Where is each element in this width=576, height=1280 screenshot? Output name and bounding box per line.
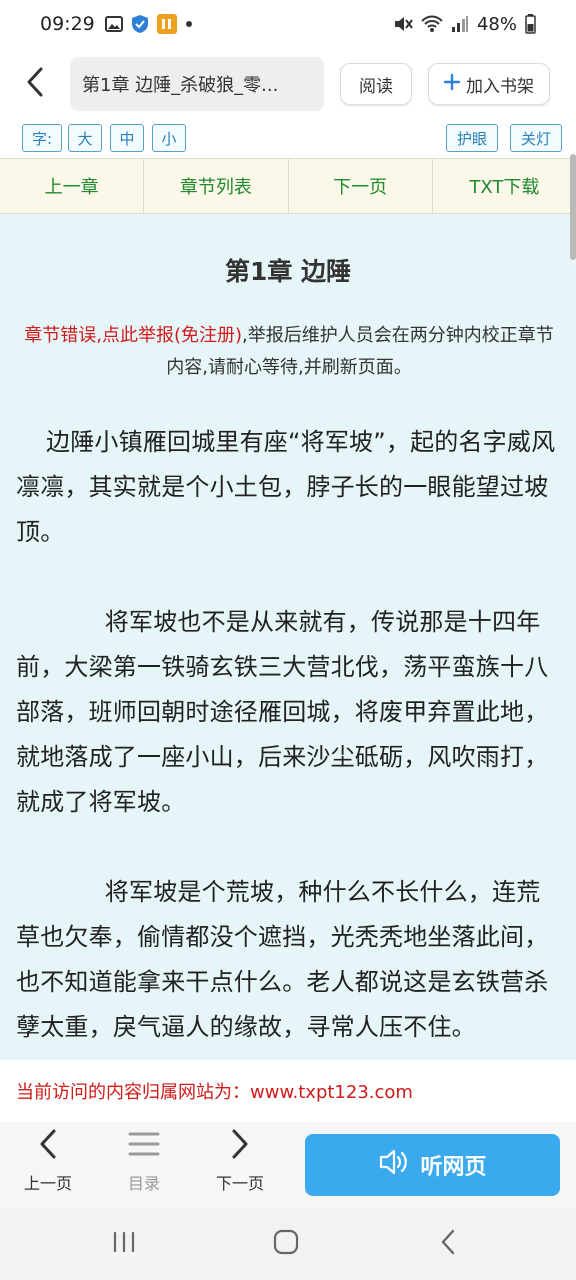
notification-dot-icon <box>185 20 193 28</box>
chevron-left-icon <box>440 1229 456 1259</box>
wifi-icon <box>421 15 443 33</box>
app-notification-icon <box>156 14 177 34</box>
font-small-button[interactable]: 小 <box>152 124 186 152</box>
recent-apps-icon <box>112 1231 136 1257</box>
chevron-left-icon <box>26 67 44 101</box>
chapter-content: 边陲小镇雁回城里有座“将军坡”，起的名字威风凛凛，其实就是个小土包，脖子长的一眼… <box>16 420 564 1060</box>
home-icon <box>273 1229 299 1259</box>
font-medium-button[interactable]: 中 <box>110 124 144 152</box>
bottom-toolbar: 上一页 目录 下一页 听网页 <box>0 1122 576 1208</box>
catalog-label: 目录 <box>127 1174 160 1193</box>
paragraph: 将军坡是个荒坡，种什么不长什么，连荒草也欠奉，偷情都没个遮挡，光秃秃地坐落此间，… <box>16 878 549 1041</box>
eye-care-button[interactable]: 护眼 <box>446 124 498 152</box>
status-bar: 09:29 48% <box>0 0 576 48</box>
speaker-icon <box>378 1148 410 1182</box>
catalog-button[interactable]: 目录 <box>104 1128 184 1200</box>
back-button[interactable] <box>0 48 70 120</box>
mute-icon <box>393 15 413 33</box>
scrollbar[interactable] <box>570 154 576 260</box>
chapter-list-link[interactable]: 章节列表 <box>144 159 289 213</box>
next-page-label: 下一页 <box>215 1174 264 1193</box>
browser-toolbar: 第1章 边陲_杀破狼_零... 阅读 加入书架 <box>0 48 576 120</box>
source-notice: 当前访问的内容归属网站为：www.txpt123.com <box>0 1060 576 1122</box>
gallery-icon <box>104 16 123 32</box>
signal-icon <box>451 15 469 33</box>
font-toolbar: 字: 大 中 小 护眼 关灯 <box>0 124 576 158</box>
status-time: 09:29 <box>40 13 95 35</box>
plus-icon <box>443 73 461 95</box>
chapter-title: 第1章 边陲 <box>224 257 352 286</box>
prev-page-label: 上一页 <box>23 1174 72 1193</box>
font-size-label: 字: <box>22 124 62 152</box>
txt-download-link[interactable]: TXT下载 <box>433 159 576 213</box>
report-notice: 章节错误,点此举报(免注册),举报后维护人员会在两分钟内校正章节内容,请耐心等待… <box>24 320 554 384</box>
battery-icon <box>525 14 536 34</box>
next-page-button[interactable]: 下一页 <box>200 1128 280 1200</box>
read-mode-button[interactable]: 阅读 <box>340 63 412 105</box>
chapter-nav: 上一章 章节列表 下一页 TXT下载 <box>0 158 576 214</box>
next-page-link[interactable]: 下一页 <box>289 159 433 213</box>
shield-check-icon <box>131 14 149 34</box>
reader-area: 字: 大 中 小 护眼 关灯 上一章 章节列表 下一页 TXT下载 第1章 边陲… <box>0 124 576 1060</box>
battery-percent: 48% <box>476 13 517 35</box>
system-nav-bar <box>0 1208 576 1280</box>
add-bookshelf-button[interactable]: 加入书架 <box>428 63 550 105</box>
url-bar[interactable]: 第1章 边陲_杀破狼_零... <box>70 57 324 111</box>
listen-label: 听网页 <box>420 1155 487 1180</box>
paragraph: 边陲小镇雁回城里有座“将军坡”，起的名字威风凛凛，其实就是个小土包，脖子长的一眼… <box>16 428 556 546</box>
list-icon <box>128 1128 160 1164</box>
paragraph: 将军坡也不是从来就有，传说那是十四年前，大梁第一铁骑玄铁三大营北伐，荡平蛮族十八… <box>16 608 549 816</box>
home-button[interactable] <box>266 1226 306 1262</box>
chevron-left-icon <box>38 1128 58 1164</box>
light-off-button[interactable]: 关灯 <box>510 124 562 152</box>
listen-page-button[interactable]: 听网页 <box>305 1134 560 1196</box>
recent-apps-button[interactable] <box>104 1226 144 1262</box>
chevron-right-icon <box>230 1128 250 1164</box>
system-back-button[interactable] <box>428 1226 468 1262</box>
add-bookshelf-label: 加入书架 <box>466 76 534 97</box>
prev-chapter-link[interactable]: 上一章 <box>0 159 145 213</box>
prev-page-button[interactable]: 上一页 <box>8 1128 88 1200</box>
font-large-button[interactable]: 大 <box>68 124 102 152</box>
report-link[interactable]: 章节错误,点此举报(免注册) <box>24 325 242 346</box>
